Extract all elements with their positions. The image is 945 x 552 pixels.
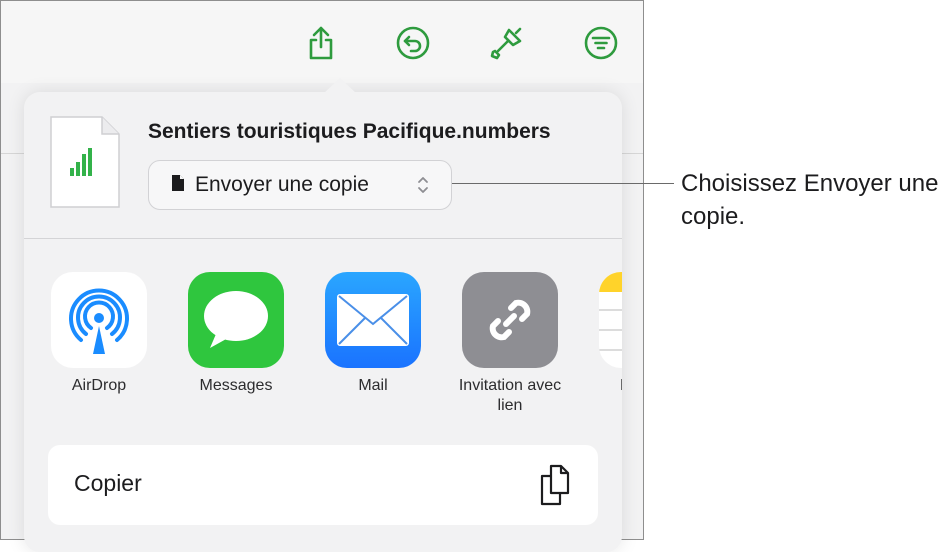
app-label: AirDrop [71, 377, 127, 394]
app-label: Invitation avec lien [458, 377, 562, 414]
airdrop-icon [51, 272, 147, 368]
app-invite-link[interactable]: Invitation avec lien [457, 272, 563, 416]
send-option-label: Envoyer une copie [195, 173, 369, 196]
header-divider [24, 238, 622, 239]
app-messages[interactable]: Messages [183, 272, 289, 396]
file-title: Sentiers touristiques Pacifique.numbers [148, 120, 551, 143]
filter-icon [583, 25, 619, 66]
app-label: N [594, 376, 622, 396]
app-airdrop[interactable]: AirDrop [46, 272, 152, 396]
chevron-updown-icon [417, 174, 429, 201]
share-sheet-header: Sentiers touristiques Pacifique.numbers … [24, 92, 622, 238]
mail-icon [325, 272, 421, 368]
share-button[interactable] [299, 23, 343, 67]
copy-icon [538, 463, 574, 512]
notes-icon [599, 272, 622, 368]
app-label: Mail [358, 377, 388, 394]
copy-label: Copier [74, 470, 142, 496]
app-row: AirDrop Messages Mail Invitation avec li… [46, 272, 622, 422]
callout-line [452, 183, 674, 184]
send-option-selector[interactable]: Envoyer une copie [148, 160, 452, 210]
toolbar [1, 1, 643, 84]
app-label: Messages [199, 377, 273, 394]
undo-icon [395, 25, 431, 66]
share-sheet: Sentiers touristiques Pacifique.numbers … [24, 78, 622, 552]
messages-icon [188, 272, 284, 368]
copy-action[interactable]: Copier [48, 445, 598, 525]
callout-text: Choisissez Envoyer une copie. [681, 170, 939, 230]
popover-arrow [324, 78, 356, 93]
share-icon [306, 25, 336, 66]
app-mail[interactable]: Mail [320, 272, 426, 396]
document-icon [171, 174, 185, 197]
document-thumbnail [50, 116, 120, 208]
format-button[interactable] [485, 23, 529, 67]
app-notes[interactable]: N [594, 272, 622, 396]
undo-button[interactable] [391, 23, 435, 67]
paintbrush-icon [489, 25, 525, 66]
link-icon [462, 272, 558, 368]
organize-button[interactable] [579, 23, 623, 67]
